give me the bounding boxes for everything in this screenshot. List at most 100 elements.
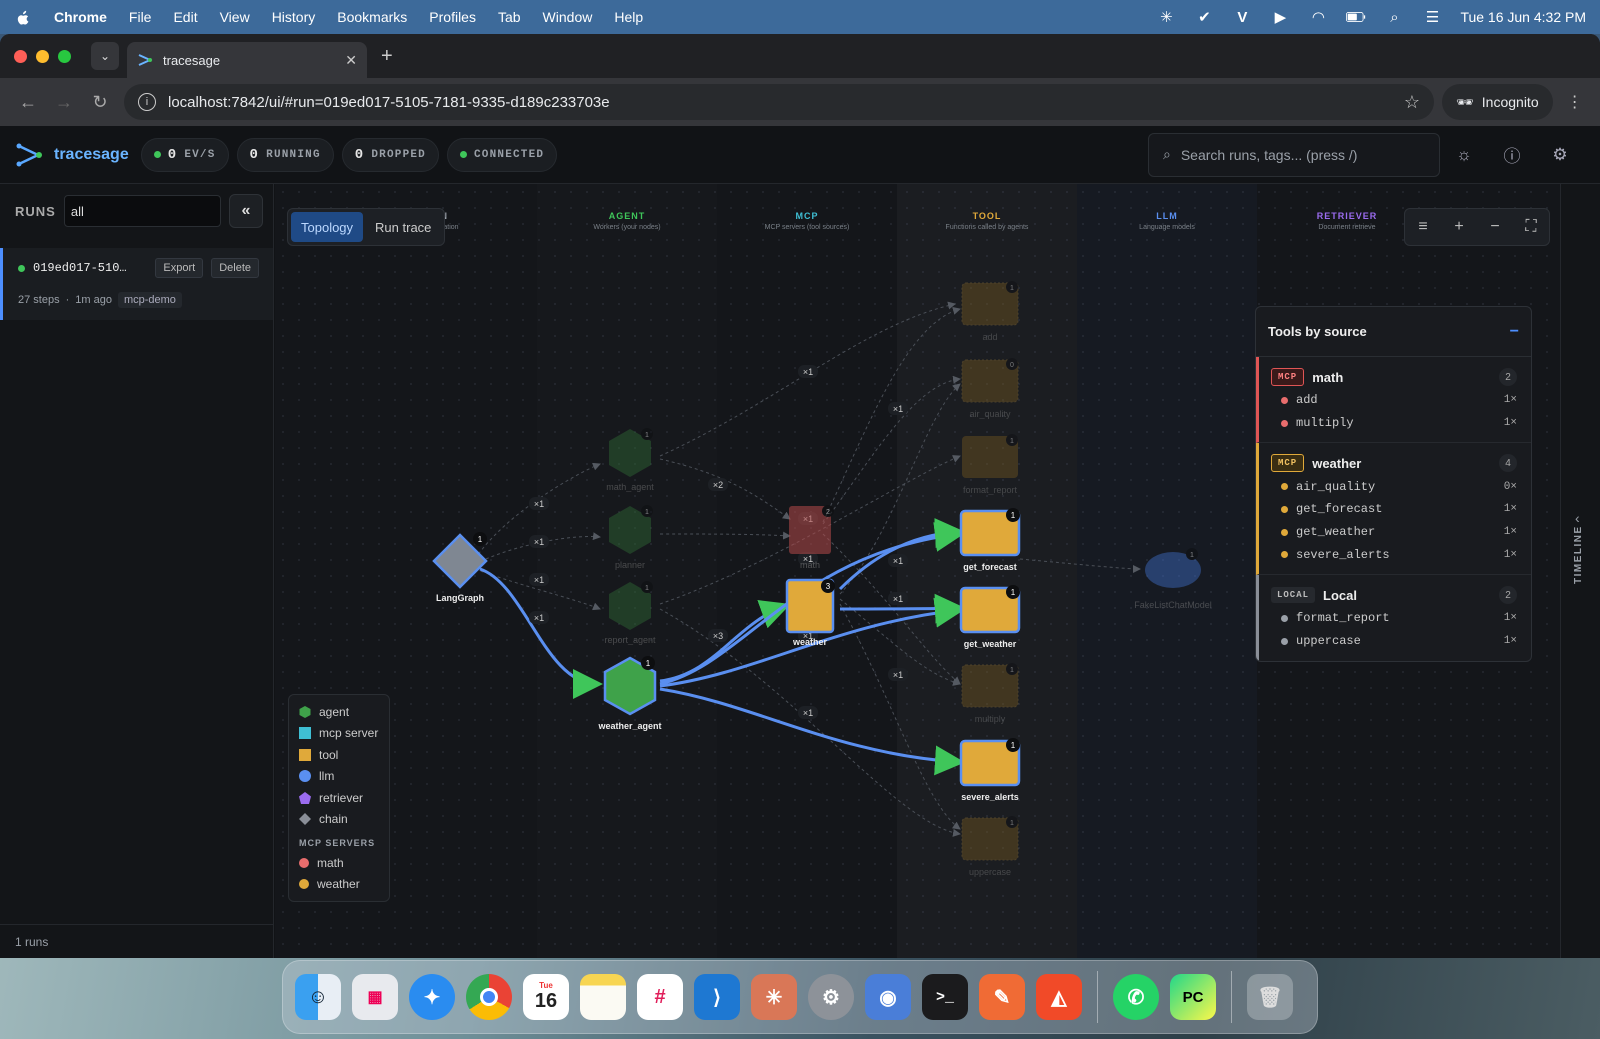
zoom-out-icon[interactable]: −: [1477, 218, 1513, 236]
node-langgraph[interactable]: 1 LangGraph: [432, 532, 488, 603]
close-tab-icon[interactable]: ✕: [345, 52, 357, 69]
menu-bookmarks[interactable]: Bookmarks: [337, 9, 407, 25]
node-tool-format_report[interactable]: 1 format_report: [962, 434, 1018, 495]
brave-icon[interactable]: ◭: [1036, 974, 1082, 1020]
back-arrow-icon[interactable]: ←: [10, 92, 46, 113]
terminal-icon[interactable]: >_: [922, 974, 968, 1020]
menubar-clock[interactable]: Tue 16 Jun 4:32 PM: [1460, 9, 1586, 25]
delete-button[interactable]: Delete: [211, 258, 259, 278]
notes-icon[interactable]: [580, 974, 626, 1020]
minimize-panel-icon[interactable]: −: [1510, 323, 1519, 341]
svg-text:×1: ×1: [893, 556, 903, 566]
menu-file[interactable]: File: [129, 9, 152, 25]
timeline-rail[interactable]: ‹ TIMELINE: [1560, 184, 1600, 958]
vivaldi-status-icon[interactable]: V: [1232, 9, 1252, 26]
export-button[interactable]: Export: [155, 258, 204, 278]
menu-view[interactable]: View: [220, 9, 250, 25]
run-list-item[interactable]: 019ed017-510… Export Delete 27 steps · 1…: [0, 248, 273, 320]
minimize-window-button[interactable]: [36, 49, 49, 63]
node-tool-air_quality[interactable]: 0 air_quality: [961, 358, 1019, 419]
node-mcp-math[interactable]: 2 math: [789, 505, 834, 570]
launchpad-icon[interactable]: ▦: [352, 974, 398, 1020]
menu-window[interactable]: Window: [543, 9, 593, 25]
node-math_agent[interactable]: 1 math_agent: [606, 428, 654, 492]
node-llm-fakelistchatmodel[interactable]: 1 FakeListChatModel: [1134, 548, 1212, 610]
check-status-icon[interactable]: ✔: [1194, 9, 1214, 26]
spotlight-search-icon[interactable]: ⌕: [1384, 9, 1404, 26]
tab-topology[interactable]: Topology: [291, 212, 364, 242]
tab-search-chevron-icon[interactable]: ⌄: [91, 42, 119, 70]
zoom-window-button[interactable]: [58, 49, 71, 63]
theme-toggle-sun-icon[interactable]: ☼: [1440, 145, 1488, 165]
topology-canvas[interactable]: HAIN & orchestration AGENT Workers (your…: [275, 184, 1560, 958]
tool-row-add[interactable]: add 1×: [1271, 389, 1517, 412]
calendar-icon[interactable]: Tue 16: [523, 974, 569, 1020]
pycharm-icon[interactable]: PC: [1170, 974, 1216, 1020]
reload-icon[interactable]: ↻: [82, 92, 118, 113]
tool-row-format_report[interactable]: format_report 1×: [1271, 607, 1517, 630]
trash-icon[interactable]: 🗑: [1247, 974, 1293, 1020]
battery-icon[interactable]: [1346, 9, 1366, 25]
menu-app-name[interactable]: Chrome: [54, 9, 107, 25]
menu-edit[interactable]: Edit: [173, 9, 197, 25]
fit-view-icon[interactable]: ⛶: [1513, 218, 1549, 236]
brand[interactable]: tracesage: [16, 142, 129, 168]
address-bar[interactable]: i localhost:7842/ui/#run=019ed017-5105-7…: [124, 84, 1434, 120]
tools-by-source-panel: Tools by source − MCP math 2 add 1× multi…: [1255, 306, 1532, 662]
browser-menu-icon[interactable]: ⋮: [1567, 92, 1583, 112]
bookmark-star-icon[interactable]: ☆: [1404, 92, 1420, 113]
node-tool-get_weather[interactable]: 1 get_weather: [959, 585, 1021, 649]
menu-profiles[interactable]: Profiles: [429, 9, 476, 25]
runs-filter-input[interactable]: all: [63, 195, 221, 227]
finder-icon[interactable]: ☺: [295, 974, 341, 1020]
menu-history[interactable]: History: [272, 9, 316, 25]
safari-icon[interactable]: ✦: [409, 974, 455, 1020]
node-tool-get_forecast[interactable]: 1 get_forecast: [959, 508, 1021, 572]
tool-row-get_forecast[interactable]: get_forecast 1×: [1271, 498, 1517, 521]
new-tab-icon[interactable]: +: [381, 45, 393, 68]
node-planner[interactable]: 1 planner: [609, 505, 653, 570]
close-window-button[interactable]: [14, 49, 27, 63]
menu-tab[interactable]: Tab: [498, 9, 521, 25]
node-tool-severe_alerts[interactable]: 1 severe_alerts: [959, 738, 1021, 802]
chrome-icon[interactable]: [466, 974, 512, 1020]
run-tag[interactable]: mcp-demo: [117, 292, 182, 308]
collapse-sidebar-icon[interactable]: «: [229, 194, 263, 228]
node-tool-uppercase[interactable]: 1 uppercase: [961, 816, 1019, 877]
control-center-icon[interactable]: ☰: [1422, 9, 1442, 26]
sparkle-status-icon[interactable]: ✳: [1156, 9, 1176, 26]
node-tool-add[interactable]: 1 add: [961, 281, 1019, 342]
wifi-icon[interactable]: ◠: [1308, 9, 1328, 26]
site-info-icon[interactable]: i: [138, 93, 156, 111]
node-mcp-weather[interactable]: 3 weather: [785, 578, 835, 647]
browser-tab[interactable]: tracesage ✕: [127, 42, 367, 78]
forward-arrow-icon[interactable]: →: [46, 92, 82, 113]
node-report_agent[interactable]: 1 report_agent: [604, 581, 656, 645]
node-tool-multiply[interactable]: 1 multiply: [961, 663, 1019, 724]
tool-row-multiply[interactable]: multiply 1×: [1271, 412, 1517, 435]
tool-row-severe_alerts[interactable]: severe_alerts 1×: [1271, 543, 1517, 566]
proxyman-icon[interactable]: ◉: [865, 974, 911, 1020]
node-weather_agent[interactable]: 1 weather_agent: [597, 656, 662, 731]
apple-menu-icon[interactable]: [14, 8, 32, 26]
tool-row-air_quality[interactable]: air_quality 0×: [1271, 475, 1517, 498]
url-text[interactable]: localhost:7842/ui/#run=019ed017-5105-718…: [168, 94, 610, 111]
system-settings-icon[interactable]: ⚙: [808, 974, 854, 1020]
incognito-profile-button[interactable]: 🕶 Incognito: [1442, 84, 1553, 120]
slack-icon[interactable]: #: [637, 974, 683, 1020]
menu-help[interactable]: Help: [614, 9, 643, 25]
tool-row-get_weather[interactable]: get_weather 1×: [1271, 521, 1517, 544]
expand-timeline-chevron-icon[interactable]: ‹: [1575, 510, 1580, 526]
zoom-in-icon[interactable]: +: [1441, 218, 1477, 236]
whatsapp-icon[interactable]: ✆: [1113, 974, 1159, 1020]
help-icon[interactable]: ⓘ: [1488, 142, 1536, 167]
search-input[interactable]: ⌕ Search runs, tags... (press /): [1148, 132, 1440, 177]
tool-row-uppercase[interactable]: uppercase 1×: [1271, 630, 1517, 653]
vscode-icon[interactable]: ⟩: [694, 974, 740, 1020]
tab-run-trace[interactable]: Run trace: [365, 212, 441, 242]
play-status-icon[interactable]: ▶: [1270, 9, 1290, 26]
pencil-app-icon[interactable]: ✎: [979, 974, 1025, 1020]
claude-icon[interactable]: ✳: [751, 974, 797, 1020]
settings-gear-icon[interactable]: ⚙: [1536, 145, 1584, 165]
layout-sort-icon[interactable]: ≡: [1405, 218, 1441, 236]
